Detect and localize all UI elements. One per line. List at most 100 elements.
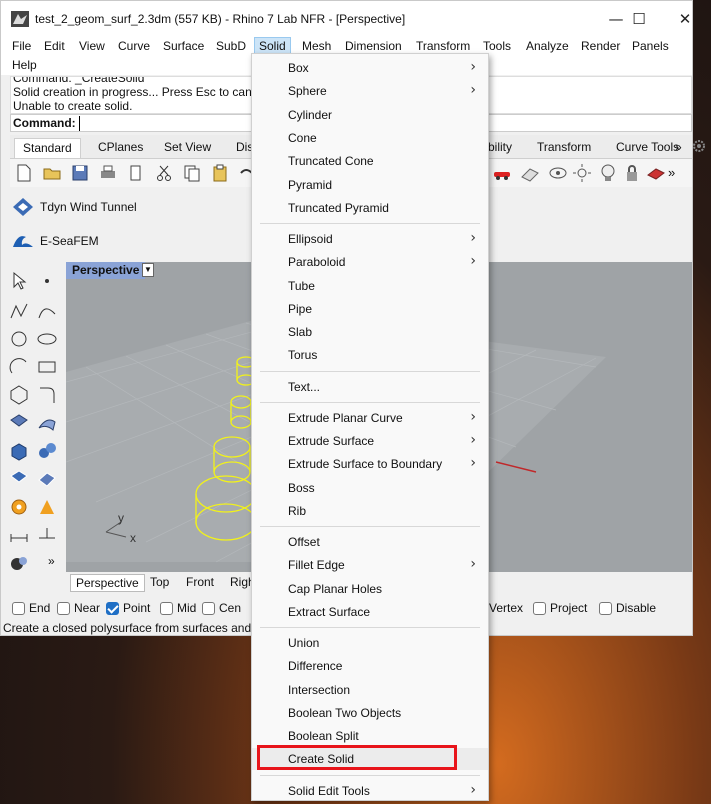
- menu-solid[interactable]: Solid: [254, 37, 291, 55]
- save-icon[interactable]: [70, 163, 90, 183]
- menu-file[interactable]: File: [12, 38, 31, 54]
- menu-item-text[interactable]: Text...: [252, 376, 488, 398]
- arc-icon[interactable]: [8, 356, 30, 378]
- select-arrow-icon[interactable]: [8, 270, 30, 292]
- open-folder-icon[interactable]: [42, 163, 62, 183]
- cut-icon[interactable]: [154, 163, 174, 183]
- tab-cplanes[interactable]: CPlanes: [90, 138, 151, 158]
- menu-transform[interactable]: Transform: [416, 38, 470, 54]
- menu-analyze[interactable]: Analyze: [526, 38, 569, 54]
- menu-surface[interactable]: Surface: [163, 38, 204, 54]
- menu-item-torus[interactable]: Torus: [252, 344, 488, 366]
- maximize-button[interactable]: ☐: [619, 5, 659, 33]
- ellipse-icon[interactable]: [36, 328, 58, 350]
- menu-item-slab[interactable]: Slab: [252, 321, 488, 343]
- fillet-curve-icon[interactable]: [36, 384, 58, 406]
- menu-item-pyramid[interactable]: Pyramid: [252, 174, 488, 196]
- gear-icon[interactable]: [692, 139, 706, 153]
- tabs-overflow-icon[interactable]: »: [673, 138, 684, 158]
- surface-icon[interactable]: [8, 412, 30, 434]
- render-preview-icon[interactable]: [520, 163, 540, 183]
- menu-item-tube[interactable]: Tube: [252, 275, 488, 297]
- menu-help[interactable]: Help: [12, 57, 37, 73]
- osnap-mid[interactable]: Mid: [160, 601, 196, 615]
- menu-item-extrude-surface-to-boundary[interactable]: Extrude Surface to Boundary ›: [252, 453, 488, 475]
- menu-item-truncated-pyramid[interactable]: Truncated Pyramid: [252, 197, 488, 219]
- viewport-tab-perspective[interactable]: Perspective: [70, 574, 145, 592]
- menu-render[interactable]: Render: [581, 38, 620, 54]
- print-icon[interactable]: [98, 163, 118, 183]
- menu-item-offset[interactable]: Offset: [252, 531, 488, 553]
- viewport-tab-front[interactable]: Front: [181, 574, 219, 590]
- menu-item-rib[interactable]: Rib: [252, 500, 488, 522]
- toolbar-overflow-icon[interactable]: »: [668, 165, 675, 180]
- osnap-point[interactable]: Point: [106, 601, 150, 615]
- menu-item-ellipsoid[interactable]: Ellipsoid ›: [252, 228, 488, 250]
- checkbox-icon[interactable]: [202, 601, 215, 615]
- menu-item-fillet-edge[interactable]: Fillet Edge ›: [252, 554, 488, 576]
- mesh-tools-icon[interactable]: [36, 468, 58, 490]
- menu-item-extrude-planar-curve[interactable]: Extrude Planar Curve ›: [252, 407, 488, 429]
- page-icon[interactable]: [126, 163, 146, 183]
- paste-icon[interactable]: [210, 163, 230, 183]
- menu-item-box[interactable]: Box ›: [252, 57, 488, 79]
- close-button[interactable]: ✕: [665, 5, 705, 33]
- circle-icon[interactable]: [8, 328, 30, 350]
- checkbox-icon[interactable]: [57, 601, 70, 615]
- menu-item-boss[interactable]: Boss: [252, 477, 488, 499]
- menu-item-extract-surface[interactable]: Extract Surface: [252, 601, 488, 623]
- osnap-cen[interactable]: Cen: [202, 601, 241, 615]
- osnap-near[interactable]: Near: [57, 601, 100, 615]
- loft-icon[interactable]: [36, 412, 58, 434]
- copy-icon[interactable]: [182, 163, 202, 183]
- analyze-icon[interactable]: [36, 496, 58, 518]
- menu-item-cap-planar-holes[interactable]: Cap Planar Holes: [252, 578, 488, 600]
- solid-box-icon[interactable]: [8, 440, 30, 462]
- menu-item-boolean-two-objects[interactable]: Boolean Two Objects: [252, 702, 488, 724]
- curve-icon[interactable]: [36, 300, 58, 322]
- render-spheres-icon[interactable]: [8, 552, 30, 574]
- viewport-render-icon[interactable]: [548, 163, 568, 183]
- plugin-toolbar-seafem[interactable]: E-SeaFEM: [9, 226, 259, 256]
- menu-tools[interactable]: Tools: [483, 38, 511, 54]
- rectangle-icon[interactable]: [36, 356, 58, 378]
- osnap-project[interactable]: Project: [533, 601, 587, 615]
- menu-item-pipe[interactable]: Pipe: [252, 298, 488, 320]
- menu-edit[interactable]: Edit: [44, 38, 65, 54]
- menu-item-boolean-split[interactable]: Boolean Split: [252, 725, 488, 747]
- menu-panels[interactable]: Panels: [632, 38, 669, 54]
- plugin-toolbar-tdyn[interactable]: Tdyn Wind Tunnel: [9, 192, 259, 222]
- dimension-icon[interactable]: [8, 524, 30, 546]
- transform-gear-icon[interactable]: [8, 496, 30, 518]
- tab-standard[interactable]: Standard: [14, 138, 81, 158]
- new-file-icon[interactable]: [14, 163, 34, 183]
- menu-item-difference[interactable]: Difference: [252, 655, 488, 677]
- annotation-icon[interactable]: [36, 524, 58, 546]
- tab-transform[interactable]: Transform: [529, 138, 599, 158]
- solid-spheres-icon[interactable]: [36, 440, 58, 462]
- osnap-vertex[interactable]: Vertex: [489, 601, 523, 615]
- polyline-icon[interactable]: [8, 300, 30, 322]
- checkbox-icon[interactable]: [533, 601, 546, 615]
- car-render-icon[interactable]: [492, 163, 512, 183]
- menu-view[interactable]: View: [79, 38, 105, 54]
- menu-item-solid-edit-tools[interactable]: Solid Edit Tools ›: [252, 780, 488, 802]
- point-icon[interactable]: [36, 270, 58, 292]
- material-icon[interactable]: [646, 163, 666, 183]
- menu-item-extrude-surface[interactable]: Extrude Surface ›: [252, 430, 488, 452]
- lock-icon[interactable]: [622, 163, 642, 183]
- menu-item-sphere[interactable]: Sphere ›: [252, 80, 488, 102]
- viewport-title[interactable]: Perspective: [66, 262, 146, 279]
- menu-dimension[interactable]: Dimension: [345, 38, 402, 54]
- checkbox-checked-icon[interactable]: [106, 601, 119, 615]
- sun-icon[interactable]: [572, 163, 592, 183]
- checkbox-icon[interactable]: [599, 601, 612, 615]
- menu-mesh[interactable]: Mesh: [302, 38, 331, 54]
- checkbox-icon[interactable]: [12, 601, 25, 615]
- viewport-tab-top[interactable]: Top: [145, 574, 174, 590]
- menu-item-paraboloid[interactable]: Paraboloid ›: [252, 251, 488, 273]
- checkbox-icon[interactable]: [160, 601, 173, 615]
- light-bulb-icon[interactable]: [598, 163, 618, 183]
- menu-subd[interactable]: SubD: [216, 38, 246, 54]
- viewport-dropdown-icon[interactable]: ▼: [142, 263, 154, 277]
